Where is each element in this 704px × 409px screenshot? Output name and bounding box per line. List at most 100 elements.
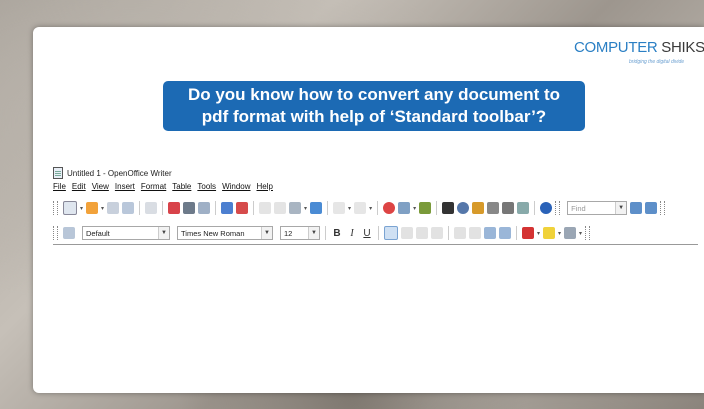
separator xyxy=(327,201,329,215)
redo-icon[interactable] xyxy=(354,202,367,214)
logo-part2: SHIKSHA xyxy=(661,39,704,56)
toolbar-handle[interactable] xyxy=(53,226,58,240)
separator xyxy=(448,226,449,240)
gallery-icon[interactable] xyxy=(472,202,485,214)
help-icon[interactable] xyxy=(540,202,553,214)
page-preview-icon[interactable] xyxy=(198,202,211,214)
formatting-marks-icon[interactable] xyxy=(502,202,515,214)
decrease-indent-icon[interactable] xyxy=(484,227,496,239)
numbering-icon[interactable] xyxy=(454,227,466,239)
menu-help[interactable]: Help xyxy=(257,182,273,196)
bullets-icon[interactable] xyxy=(469,227,481,239)
separator xyxy=(534,201,536,215)
logo-part1: COMPUTER xyxy=(574,39,658,56)
menu-format[interactable]: Format xyxy=(141,182,166,196)
toolbar-handle[interactable] xyxy=(53,201,58,215)
templates-icon[interactable] xyxy=(86,202,99,214)
chevron-down-icon[interactable]: ▼ xyxy=(261,227,272,239)
align-right-icon[interactable] xyxy=(416,227,428,239)
separator xyxy=(378,226,379,240)
italic-button[interactable]: I xyxy=(346,228,358,239)
font-name-select[interactable]: Times New Roman ▼ xyxy=(177,226,273,240)
menu-file[interactable]: File xyxy=(53,182,66,196)
data-sources-icon[interactable] xyxy=(487,202,500,214)
menu-insert[interactable]: Insert xyxy=(115,182,135,196)
redo-dropdown-icon[interactable]: ▾ xyxy=(369,205,372,212)
toolbar-handle[interactable] xyxy=(660,201,666,215)
find-replace-icon[interactable] xyxy=(442,202,455,214)
find-next-icon[interactable] xyxy=(630,202,643,214)
menu-tools[interactable]: Tools xyxy=(197,182,216,196)
align-left-icon[interactable] xyxy=(384,226,398,240)
paste-dropdown-icon[interactable]: ▾ xyxy=(304,205,307,212)
chevron-down-icon[interactable]: ▼ xyxy=(615,202,627,214)
cut-icon[interactable] xyxy=(259,202,272,214)
formatting-toolbar: Default ▼ Times New Roman ▼ 12 ▼ B I U ▾… xyxy=(53,222,698,245)
logo-tagline: bridging the digital divide xyxy=(629,59,685,65)
font-size-value: 12 xyxy=(284,228,293,238)
new-dropdown-icon[interactable]: ▾ xyxy=(80,205,83,212)
title-bar: Untitled 1 - OpenOffice Writer xyxy=(53,165,172,181)
hyperlink-icon[interactable] xyxy=(383,202,396,214)
window-title: Untitled 1 - OpenOffice Writer xyxy=(67,168,172,178)
paragraph-style-value: Default xyxy=(86,228,110,238)
save-icon[interactable] xyxy=(107,202,120,214)
separator xyxy=(139,201,141,215)
bold-button[interactable]: B xyxy=(331,228,343,239)
copy-icon[interactable] xyxy=(274,202,287,214)
font-color-icon[interactable] xyxy=(522,227,534,239)
chevron-down-icon[interactable]: ▼ xyxy=(308,227,319,239)
export-pdf-icon[interactable] xyxy=(168,202,181,214)
menu-window[interactable]: Window xyxy=(222,182,250,196)
separator xyxy=(253,201,255,215)
navigator-icon[interactable] xyxy=(457,202,470,214)
question-banner: Do you know how to convert any document … xyxy=(163,81,585,131)
justify-icon[interactable] xyxy=(431,227,443,239)
font-color-dropdown-icon[interactable]: ▾ xyxy=(537,230,540,237)
table-icon[interactable] xyxy=(398,202,411,214)
align-center-icon[interactable] xyxy=(401,227,413,239)
toolbar-handle[interactable] xyxy=(555,201,561,215)
writer-document-icon xyxy=(53,167,63,179)
spellcheck-icon[interactable] xyxy=(221,202,234,214)
find-previous-icon[interactable] xyxy=(645,202,658,214)
table-dropdown-icon[interactable]: ▾ xyxy=(413,205,416,212)
email-icon[interactable] xyxy=(122,202,135,214)
increase-indent-icon[interactable] xyxy=(499,227,511,239)
print-icon[interactable] xyxy=(183,202,196,214)
menu-table[interactable]: Table xyxy=(172,182,191,196)
highlighting-dropdown-icon[interactable]: ▾ xyxy=(558,230,561,237)
new-document-icon[interactable] xyxy=(63,201,77,215)
background-color-dropdown-icon[interactable]: ▾ xyxy=(579,230,582,237)
separator xyxy=(162,201,164,215)
find-input[interactable]: Find ▼ xyxy=(567,201,628,215)
undo-dropdown-icon[interactable]: ▾ xyxy=(348,205,351,212)
menu-view[interactable]: View xyxy=(92,182,109,196)
separator xyxy=(215,201,217,215)
separator xyxy=(325,226,326,240)
paste-icon[interactable] xyxy=(289,202,302,214)
chevron-down-icon[interactable]: ▼ xyxy=(158,227,169,239)
zoom-icon[interactable] xyxy=(517,202,530,214)
menu-bar: File Edit View Insert Format Table Tools… xyxy=(53,182,273,196)
highlighting-icon[interactable] xyxy=(543,227,556,239)
paragraph-style-select[interactable]: Default ▼ xyxy=(82,226,170,240)
background-color-icon[interactable] xyxy=(564,227,577,239)
menu-edit[interactable]: Edit xyxy=(72,182,86,196)
styles-formatting-icon[interactable] xyxy=(63,227,75,239)
templates-dropdown-icon[interactable]: ▾ xyxy=(101,205,104,212)
separator xyxy=(436,201,438,215)
openoffice-writer-window: Untitled 1 - OpenOffice Writer File Edit… xyxy=(53,165,698,265)
find-placeholder: Find xyxy=(571,203,586,213)
show-draw-functions-icon[interactable] xyxy=(419,202,432,214)
edit-file-icon[interactable] xyxy=(145,202,158,214)
computer-shiksha-logo: COMPUTER SHIKSHA bridging the digital di… xyxy=(574,39,704,73)
font-size-select[interactable]: 12 ▼ xyxy=(280,226,320,240)
standard-toolbar: ▾ ▾ ▾ ▾ ▾ ▾ Find ▼ xyxy=(53,198,698,218)
autospellcheck-icon[interactable] xyxy=(236,202,249,214)
underline-button[interactable]: U xyxy=(361,228,373,239)
toolbar-handle[interactable] xyxy=(585,226,591,240)
slide: COMPUTER SHIKSHA bridging the digital di… xyxy=(33,27,704,393)
undo-icon[interactable] xyxy=(333,202,346,214)
clone-formatting-icon[interactable] xyxy=(310,202,323,214)
